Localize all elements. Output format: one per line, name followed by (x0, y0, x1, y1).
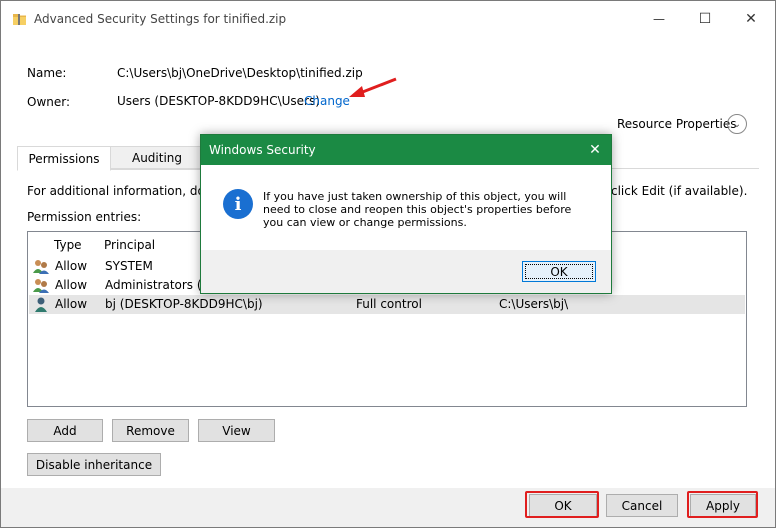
red-arrow-annotation (349, 77, 397, 97)
name-value: C:\Users\bj\OneDrive\Desktop\tinified.zi… (117, 66, 363, 80)
tab-permissions[interactable]: Permissions (17, 146, 111, 171)
owner-value: Users (DESKTOP-8KDD9HC\Users) (117, 94, 320, 108)
owner-label: Owner: (27, 95, 71, 109)
bottom-button-bar: OK Cancel Apply (1, 488, 775, 527)
change-owner-link[interactable]: Change (304, 94, 350, 108)
table-row[interactable]: Allow bj (DESKTOP-8KDD9HC\bj) Full contr… (29, 295, 745, 314)
ok-highlight-box (525, 491, 599, 518)
cancel-button[interactable]: Cancel (606, 494, 678, 517)
dialog-title-bar: Windows Security ✕ (201, 135, 611, 165)
info-icon: i (223, 189, 253, 219)
apply-highlight-box (687, 491, 758, 518)
expand-resource-properties-button[interactable]: ⌄ (727, 114, 747, 134)
view-button[interactable]: View (198, 419, 275, 442)
windows-security-dialog: Windows Security ✕ i If you have just ta… (200, 134, 612, 294)
row-principal: bj (DESKTOP-8KDD9HC\bj) (105, 297, 263, 311)
close-button[interactable]: ✕ (728, 1, 774, 37)
chevron-down-icon: ⌄ (732, 118, 742, 130)
column-header-type[interactable]: Type (54, 238, 82, 252)
title-bar: Advanced Security Settings for tinified.… (1, 1, 775, 37)
add-button[interactable]: Add (27, 419, 103, 442)
tab-auditing[interactable]: Auditing (109, 146, 205, 170)
dialog-ok-button[interactable]: OK (522, 261, 596, 282)
user-group-icon (33, 260, 49, 274)
info-text-right: click Edit (if available). (611, 184, 748, 198)
maximize-icon: ☐ (698, 11, 712, 27)
minimize-icon: — (653, 12, 665, 26)
row-type: Allow (55, 297, 88, 311)
user-group-icon (33, 279, 49, 293)
dialog-close-button[interactable]: ✕ (585, 140, 605, 160)
user-icon (35, 297, 47, 312)
row-access: Full control (356, 297, 422, 311)
tab-auditing-label: Auditing (131, 151, 183, 165)
row-type: Allow (55, 278, 88, 292)
info-text-left: For additional information, doub (27, 184, 221, 198)
tab-permissions-label: Permissions (28, 151, 100, 166)
maximize-button[interactable]: ☐ (682, 1, 728, 37)
disable-inheritance-button[interactable]: Disable inheritance (27, 453, 161, 476)
row-inherited-from: C:\Users\bj\ (499, 297, 569, 311)
permission-entries-label: Permission entries: (27, 210, 142, 224)
name-label: Name: (27, 66, 67, 80)
dialog-title: Windows Security (209, 143, 316, 157)
zip-folder-icon (13, 14, 26, 25)
dialog-message: If you have just taken ownership of this… (263, 190, 572, 229)
remove-button[interactable]: Remove (112, 419, 189, 442)
row-principal: SYSTEM (105, 259, 153, 273)
column-header-principal[interactable]: Principal (104, 238, 155, 252)
resource-properties-label: Resource Properties (617, 117, 737, 131)
close-icon: ✕ (745, 11, 757, 27)
row-type: Allow (55, 259, 88, 273)
window-title: Advanced Security Settings for tinified.… (34, 12, 287, 26)
minimize-button[interactable]: — (636, 1, 682, 37)
close-icon: ✕ (589, 142, 601, 158)
